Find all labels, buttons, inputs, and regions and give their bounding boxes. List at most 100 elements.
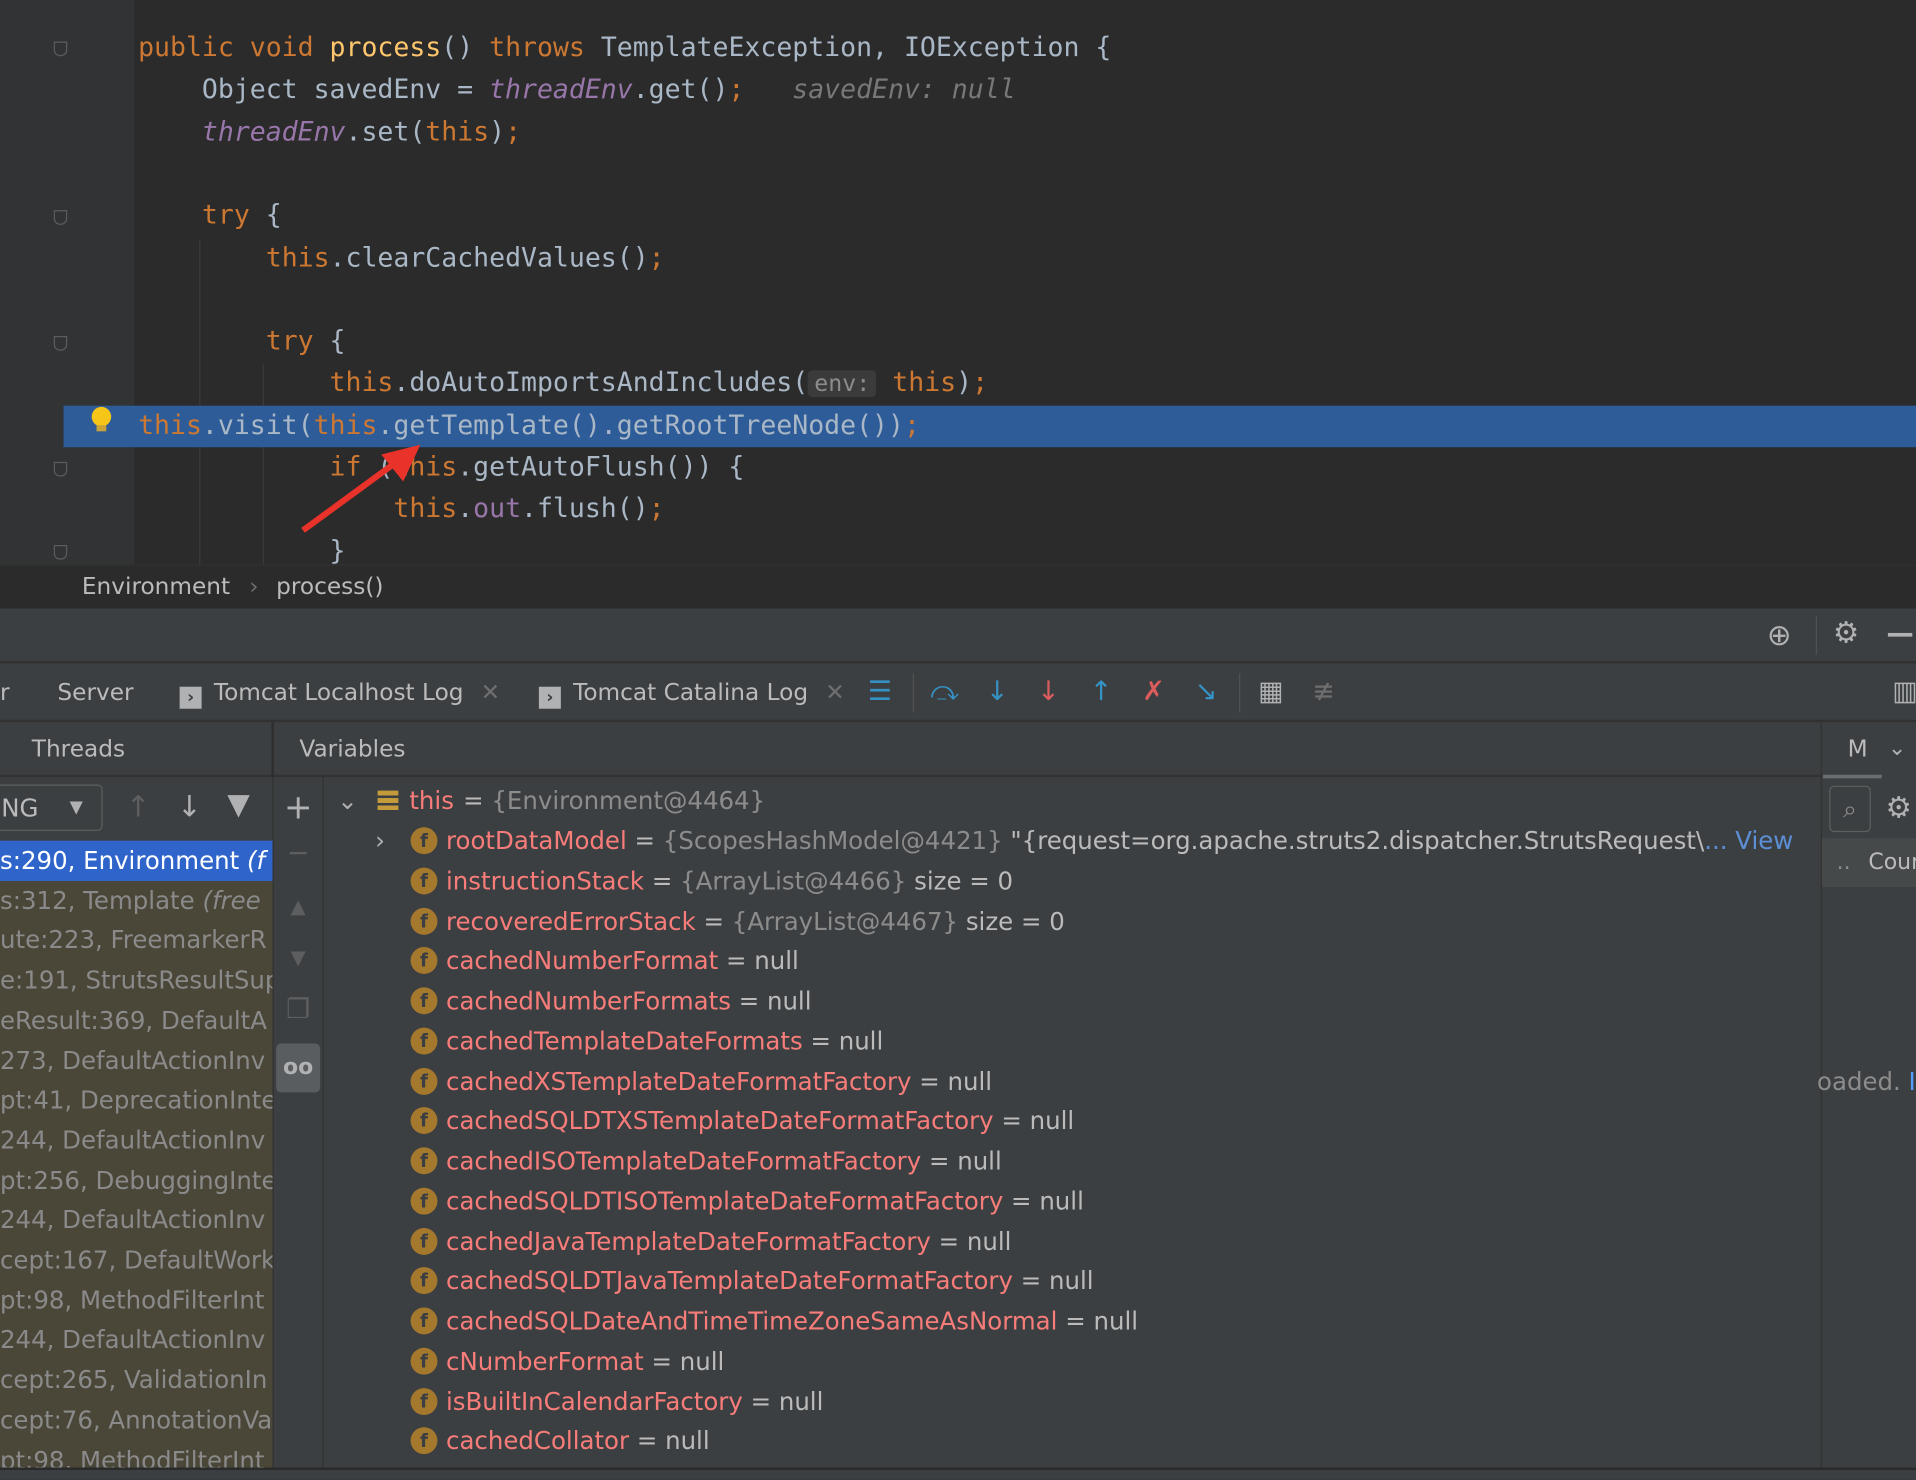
frame-text: s:312, Template (0, 885, 203, 915)
variable-row[interactable]: f cachedNumberFormat = null (324, 941, 1821, 981)
variable-name: cachedTemplateDateFormats (446, 1026, 803, 1056)
stack-frame[interactable]: pt:41, DeprecationInte (0, 1080, 272, 1120)
minimize-icon[interactable] (1887, 632, 1913, 637)
lightbulb-icon[interactable] (91, 406, 112, 432)
stack-frame[interactable]: 244, DefaultActionInv (0, 1120, 272, 1160)
filter-icon[interactable]: ▼ (227, 787, 250, 821)
code-line[interactable]: try { (0, 196, 1916, 238)
variable-row[interactable]: f recoveredErrorStack = {ArrayList@4467} … (324, 901, 1821, 941)
stack-frame[interactable]: cept:167, DefaultWork (0, 1240, 272, 1280)
stack-frame[interactable]: 273, DefaultActionInv (0, 1040, 272, 1080)
variable-row[interactable]: f cNumberFormat = null (324, 1341, 1821, 1381)
code-line[interactable]: this.clearCachedValues(); (0, 238, 1916, 280)
variable-row[interactable]: f cachedSQLDTJavaTemplateDateFormatFactor… (324, 1261, 1821, 1301)
stack-frame[interactable]: pt:256, DebuggingInte (0, 1160, 272, 1200)
add-watch-icon[interactable]: + (274, 787, 323, 827)
remove-watch-icon[interactable]: − (274, 838, 323, 869)
variable-row[interactable]: f cachedJavaTemplateDateFormatFactory = n… (324, 1221, 1821, 1261)
frame-text: e:191, StrutsResultSup (0, 965, 273, 995)
column-count[interactable]: Cour (1868, 838, 1916, 887)
variable-name: cachedSQLDTXSTemplateDateFormatFactory (446, 1106, 994, 1136)
code-line[interactable] (0, 280, 1916, 322)
stack-frame[interactable]: cept:76, AnnotationVa (0, 1400, 272, 1440)
breadcrumb-item[interactable]: process() (276, 566, 383, 609)
variable-value: null (766, 986, 812, 1016)
tab-debugger[interactable]: r (0, 664, 10, 723)
panel-title: Threads (31, 735, 126, 763)
step-over-icon[interactable]: ⤼ (927, 676, 961, 710)
column-dots: .. (1836, 849, 1851, 875)
run-to-cursor-icon[interactable]: ↘ (1189, 676, 1223, 710)
stack-frame[interactable]: 244, DefaultActionInv (0, 1200, 272, 1240)
gear-icon[interactable]: ⚙ (1833, 616, 1859, 650)
arrow-down-icon[interactable]: ↓ (177, 789, 202, 823)
copy-icon[interactable]: ❐ (274, 995, 323, 1026)
code-line[interactable]: Object savedEnv = threadEnv.get(); saved… (0, 70, 1916, 112)
stack-frame[interactable]: ute:223, FreemarkerR (0, 921, 272, 961)
variable-row[interactable]: f cachedXSTemplateDateFormatFactory = nul… (324, 1061, 1821, 1101)
tab-tomcat-localhost-log[interactable]: › Tomcat Localhost Log ✕ (179, 664, 500, 723)
close-icon[interactable]: ✕ (825, 679, 844, 706)
tab-label: Tomcat Catalina Log (573, 679, 809, 707)
variable-row[interactable]: f cachedISOTemplateDateFormatFactory = nu… (324, 1141, 1821, 1181)
stack-frame[interactable]: pt:98, MethodFilterInt (0, 1440, 272, 1468)
trace-icon[interactable]: ≢ (1306, 676, 1340, 710)
code-line[interactable]: this.doAutoImportsAndIncludes(env: this)… (0, 363, 1916, 405)
variable-row[interactable]: f cachedCollator = null (324, 1421, 1821, 1461)
variable-row[interactable]: f cachedSQLDTXSTemplateDateFormatFactory … (324, 1101, 1821, 1141)
crosshair-icon[interactable]: ⊕ (1767, 618, 1792, 652)
variable-row[interactable]: f cachedTemplateDateFormats = null (324, 1021, 1821, 1061)
stack-frame[interactable]: cept:265, ValidationIn (0, 1360, 272, 1400)
show-watches-icon[interactable]: oo (276, 1043, 321, 1093)
stack-frame[interactable]: s:290, Environment (f (0, 840, 273, 882)
variable-row-this[interactable]: ⌄ this = {Environment@4464} (324, 781, 1821, 821)
code-line[interactable]: this.out.flush(); (0, 489, 1916, 531)
move-down-icon[interactable]: ▼ (274, 946, 323, 969)
move-up-icon[interactable]: ▲ (274, 894, 323, 917)
code-token: } (138, 535, 346, 567)
view-link[interactable]: ... View (1704, 826, 1793, 855)
tab-server[interactable]: Server (57, 664, 133, 723)
chevron-down-icon[interactable]: ⌄ (1888, 722, 1906, 776)
close-icon[interactable]: ✕ (481, 679, 500, 706)
tab-tomcat-catalina-log[interactable]: › Tomcat Catalina Log ✕ (538, 664, 845, 723)
stack-frame[interactable]: s:312, Template (free (0, 881, 272, 921)
stack-frame[interactable]: pt:98, MethodFilterInt (0, 1280, 272, 1320)
code-line[interactable] (0, 154, 1916, 196)
tab-memory[interactable]: M (1848, 722, 1868, 776)
step-into-icon[interactable]: ↓ (980, 676, 1014, 710)
force-step-into-icon[interactable]: ↓ (1031, 676, 1065, 710)
code-token: ; (505, 116, 522, 148)
variable-row[interactable]: f cachedSQLDateAndTimeTimeZoneSameAsNorma… (324, 1301, 1821, 1341)
variable-row[interactable]: f cachedSQLDTISOTemplateDateFormatFactory… (324, 1181, 1821, 1221)
code-line[interactable]: try { (0, 321, 1916, 363)
stack-frame[interactable]: eResult:369, DefaultA (0, 1001, 272, 1041)
stack-frame[interactable]: e:191, StrutsResultSup (0, 961, 272, 1001)
chevron-right-icon[interactable]: › (375, 821, 385, 861)
variable-row[interactable]: f isBuiltInCalendarFactory = null (324, 1381, 1821, 1421)
variable-row[interactable]: f cachedNumberFormats = null (324, 981, 1821, 1021)
layout-icon[interactable]: ▥ (1888, 676, 1916, 710)
code-token: () (441, 32, 490, 64)
thread-selector[interactable]: NG ▼ (0, 784, 103, 831)
drop-frame-icon[interactable]: ✗ (1136, 676, 1170, 710)
breadcrumb-separator: › (249, 573, 259, 600)
show-execution-point-icon[interactable]: ☰ (863, 676, 897, 710)
code-line[interactable]: threadEnv.set(this); (0, 112, 1916, 154)
variable-row[interactable]: f instructionStack = {ArrayList@4466} siz… (324, 861, 1821, 901)
code-editor[interactable]: public void process() throws TemplateExc… (0, 0, 1916, 567)
tool-window-header: ⊕ ⚙ (0, 607, 1916, 663)
search-icon[interactable]: ⌕ (1829, 785, 1871, 833)
arrow-up-icon[interactable]: ↑ (126, 789, 151, 823)
breadcrumb-item[interactable]: Environment (82, 566, 230, 609)
step-out-icon[interactable]: ↑ (1084, 676, 1118, 710)
tab-label: Tomcat Localhost Log (213, 679, 464, 707)
chevron-down-icon[interactable]: ⌄ (337, 781, 357, 821)
stack-frame[interactable]: 244, DefaultActionInv (0, 1320, 272, 1360)
variable-row[interactable]: › f rootDataModel = {ScopesHashModel@4421}… (324, 821, 1821, 861)
evaluate-expression-icon[interactable]: ▦ (1254, 676, 1288, 710)
code-line[interactable]: public void process() throws TemplateExc… (0, 28, 1916, 70)
code-line[interactable]: if (this.getAutoFlush()) { (0, 447, 1916, 489)
gear-icon[interactable]: ⚙ (1885, 791, 1911, 825)
field-icon: f (410, 907, 438, 935)
